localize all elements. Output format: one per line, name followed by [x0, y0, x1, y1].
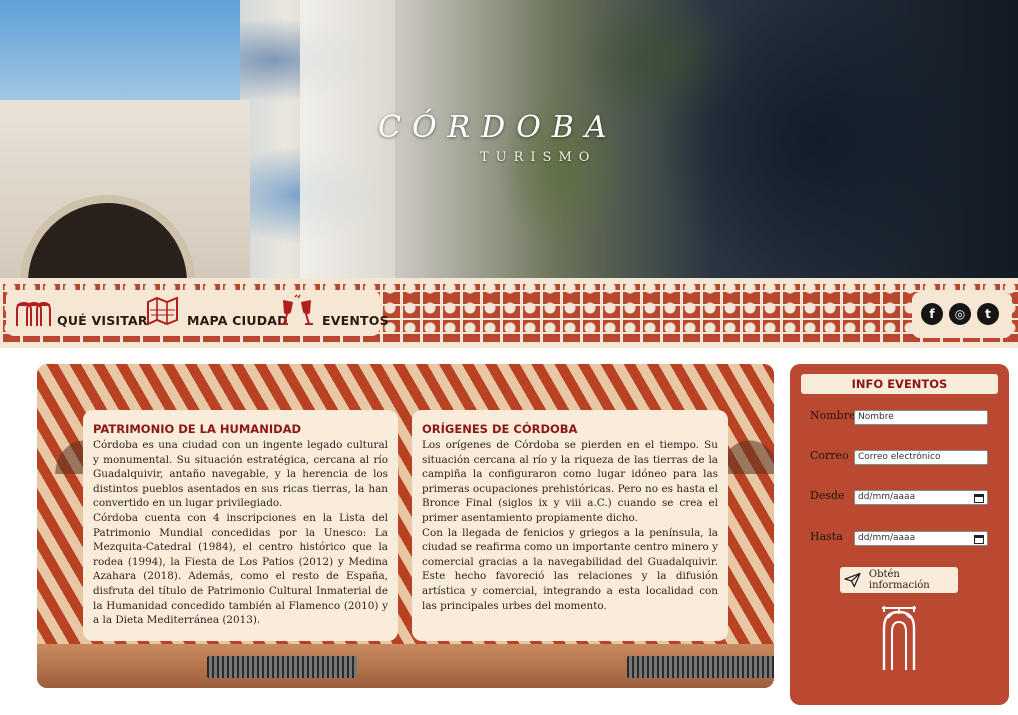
instagram-icon[interactable]: ◎: [949, 303, 971, 325]
map-icon: [147, 296, 178, 326]
calendar-icon[interactable]: [974, 534, 984, 544]
nav-item-mapa-ciudad[interactable]: MAPA CIUDAD: [145, 294, 288, 328]
email-input[interactable]: Correo electrónico: [854, 450, 988, 465]
name-input[interactable]: Nombre: [854, 410, 988, 425]
hero-sky: [0, 0, 240, 110]
facebook-icon[interactable]: f: [921, 303, 943, 325]
name-label: Nombre: [810, 409, 856, 422]
section-paragraph: Con la llegada de fenicios y griegos a l…: [422, 526, 718, 612]
section-paragraph: Córdoba cuenta con 4 inscripciones en la…: [93, 511, 388, 627]
floor-grate: [207, 656, 357, 678]
arch-icon: [882, 606, 916, 670]
from-date-input[interactable]: dd/mm/aaaa: [854, 490, 988, 505]
send-icon: [844, 572, 861, 588]
from-date-label: Desde: [810, 489, 845, 502]
nav-item-eventos[interactable]: EVENTOS: [278, 294, 389, 328]
hero-banner: CÓRDOBA TURISMO: [0, 0, 1018, 278]
nav-item-label: MAPA CIUDAD: [187, 313, 288, 328]
date-placeholder: dd/mm/aaaa: [858, 492, 916, 502]
email-label: Correo: [810, 449, 849, 462]
site-subtitle: TURISMO: [480, 150, 597, 165]
to-date-label: Hasta: [810, 530, 843, 543]
site-title: CÓRDOBA: [378, 110, 618, 145]
nav-item-label: EVENTOS: [322, 313, 389, 328]
section-card-origenes: ORÍGENES DE CÓRDOBA Los orígenes de Córd…: [412, 410, 728, 641]
events-info-form: INFO EVENTOS Nombre Nombre Correo Correo…: [790, 364, 1009, 705]
nav-item-label: QUÉ VISITAR: [57, 313, 148, 328]
section-paragraph: Los orígenes de Córdoba se pierden en el…: [422, 439, 718, 524]
wine-glasses-icon: [280, 294, 313, 325]
section-title: ORÍGENES DE CÓRDOBA: [422, 422, 578, 436]
nav-item-que-visitar[interactable]: QUÉ VISITAR: [15, 300, 148, 328]
twitter-icon[interactable]: t: [977, 303, 999, 325]
section-paragraph: Córdoba es una ciudad con un ingente leg…: [93, 439, 388, 510]
calendar-icon[interactable]: [974, 493, 984, 503]
floor-grate: [627, 656, 774, 678]
date-placeholder: dd/mm/aaaa: [858, 533, 916, 543]
to-date-input[interactable]: dd/mm/aaaa: [854, 531, 988, 546]
arches-icon: [16, 301, 51, 326]
form-title: INFO EVENTOS: [801, 374, 998, 394]
get-info-button-label: Obtén información: [868, 569, 930, 591]
section-title: PATRIMONIO DE LA HUMANIDAD: [93, 422, 302, 436]
section-card-patrimonio: PATRIMONIO DE LA HUMANIDAD Córdoba es un…: [83, 410, 398, 641]
get-info-button[interactable]: Obtén información: [840, 567, 958, 593]
